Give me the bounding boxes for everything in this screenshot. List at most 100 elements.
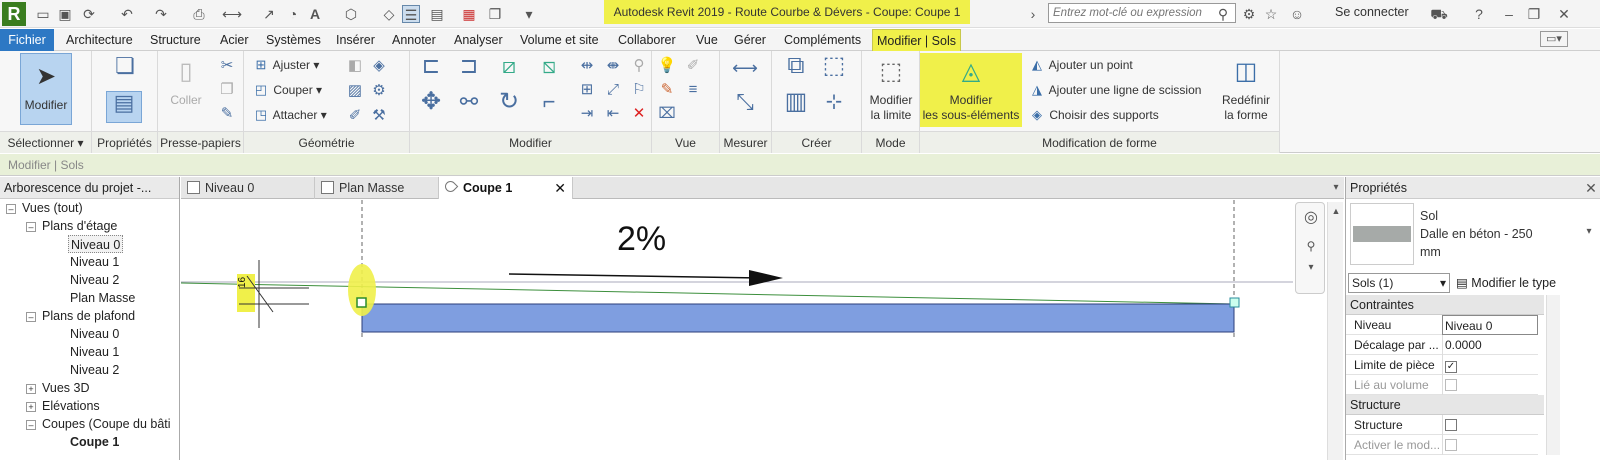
tab-gerer[interactable]: Gérer (730, 29, 770, 51)
measure-icon[interactable]: ⟷ (222, 5, 242, 23)
restore-icon[interactable]: ❐ (1525, 5, 1543, 23)
modify-subelements-button[interactable]: ◬ Modifier les sous-éléments (920, 53, 1022, 127)
checkbox-unchecked[interactable] (1445, 419, 1457, 431)
mirror-draw-icon[interactable]: ⧅ (534, 55, 564, 85)
attacher-button[interactable]: ◳ Attacher ▾ (252, 105, 327, 125)
cut-icon[interactable]: ✂ (216, 55, 238, 77)
point-handle-left[interactable] (356, 297, 367, 308)
scroll-up-icon[interactable]: ▲ (1327, 202, 1345, 220)
pin-icon[interactable]: ⚲ (628, 55, 650, 77)
tree-item-plafond-niveau0[interactable]: Niveau 0 (70, 325, 119, 343)
aligned-dimension-icon[interactable]: ⤡ (726, 91, 764, 123)
create-parts-icon[interactable]: ⬚ (818, 54, 850, 87)
tab-fichier[interactable]: Fichier (0, 29, 54, 51)
tree-item-coupe1[interactable]: Coupe 1 (70, 433, 119, 451)
instance-selector[interactable]: Sols (1) ▾ (1348, 273, 1450, 293)
zoom-menu-icon[interactable]: ▾ (1302, 259, 1320, 277)
expand-icon[interactable]: + (26, 384, 36, 394)
expand-icon[interactable]: + (26, 402, 36, 412)
close-properties-icon[interactable]: ✕ (1582, 179, 1600, 197)
tree-item-plans-plafond[interactable]: – Plans de plafond (26, 307, 135, 325)
print-icon[interactable]: ⎙ (190, 5, 208, 23)
pick-supports-button[interactable]: ◈ Choisir des supports (1028, 105, 1159, 125)
unpin-icon[interactable]: ⚐ (628, 79, 650, 101)
view-tab-coupe1[interactable]: Coupe 1 ✕ (439, 177, 573, 199)
properties-icon[interactable]: ▤ (106, 91, 142, 123)
paint-icon[interactable]: ⚙ (368, 80, 390, 102)
drawing-canvas[interactable]: 2% 16 ◎ ⚲ ▾ ▲ (181, 200, 1344, 460)
tab-menu-icon[interactable]: ▾ (1327, 179, 1345, 197)
zoom-icon[interactable]: ⚲ (1302, 237, 1320, 255)
move-icon[interactable]: ✥ (416, 90, 446, 121)
section-icon[interactable]: ◇ (380, 5, 398, 23)
type-dropdown-icon[interactable]: ▾ (1580, 223, 1598, 241)
tree-item-coupes[interactable]: – Coupes (Coupe du bâti (26, 415, 176, 433)
section-structure[interactable]: Structure (1346, 395, 1544, 415)
undo-icon[interactable]: ↶ (118, 5, 136, 23)
type-properties-icon[interactable]: ❏ (108, 55, 142, 85)
panel-title-select[interactable]: Sélectionner ▾ (0, 131, 91, 153)
add-split-line-button[interactable]: ◮ Ajouter une ligne de scission (1028, 80, 1201, 100)
open-icon[interactable]: ▭ (34, 5, 52, 23)
view-tab-plan-masse[interactable]: Plan Masse (315, 177, 439, 199)
create-group-icon[interactable]: ▥ (780, 90, 812, 123)
customize-qat-icon[interactable]: ▾ (520, 5, 538, 23)
collapse-icon[interactable]: – (26, 312, 36, 322)
ajuster-button[interactable]: ⊞ Ajuster ▾ (252, 55, 320, 75)
tab-analyser[interactable]: Analyser (450, 29, 507, 51)
couper-button[interactable]: ◰ Couper ▾ (252, 80, 322, 100)
mirror-axis-icon[interactable]: ⧄ (494, 55, 524, 85)
vertical-scrollbar[interactable]: ▲ (1327, 202, 1343, 460)
create-assembly-icon[interactable]: ⧉ (780, 54, 812, 87)
match-icon[interactable]: ✎ (216, 103, 238, 125)
paste-button[interactable]: ▯ Coller (166, 55, 206, 108)
tree-item-elevations[interactable]: + Elévations (26, 397, 100, 415)
tab-vue[interactable]: Vue (692, 29, 722, 51)
demolish-icon[interactable]: ✐ (344, 105, 366, 127)
3d-view-icon[interactable]: ⬡ (342, 5, 360, 23)
prop-value-decalage[interactable]: 0.0000 (1442, 335, 1538, 355)
array-icon[interactable]: ⊞ (576, 79, 598, 101)
subscription-icon[interactable]: ⚙ (1240, 5, 1258, 23)
minimize-icon[interactable]: – (1500, 5, 1518, 23)
binoculars-icon[interactable]: ⚲ (1214, 5, 1232, 23)
copy-element-icon[interactable]: ⚯ (454, 91, 484, 121)
windows-icon[interactable]: ❐ (486, 5, 504, 23)
point-handle-right[interactable] (1229, 297, 1240, 308)
tree-item-plafond-niveau2[interactable]: Niveau 2 (70, 361, 119, 379)
properties-scrollbar[interactable] (1546, 295, 1560, 455)
save-icon[interactable]: ▣ (56, 5, 74, 23)
checkbox-checked[interactable]: ✓ (1445, 361, 1457, 373)
similar-icon[interactable]: ⊹ (818, 91, 850, 123)
search-input[interactable] (1048, 3, 1236, 23)
override-icon[interactable]: ✐ (682, 55, 704, 77)
tree-item-niveau2[interactable]: Niveau 2 (70, 271, 119, 289)
tree-item-plan-masse[interactable]: Plan Masse (70, 289, 135, 307)
wall-joins-icon[interactable]: ◈ (368, 55, 390, 77)
split-gap-icon[interactable]: ⇼ (602, 55, 624, 77)
revit-logo[interactable]: R (2, 2, 26, 26)
text-icon[interactable]: A (306, 5, 324, 23)
redo-icon[interactable]: ↷ (152, 5, 170, 23)
close-window-icon[interactable]: ✕ (1555, 5, 1573, 23)
tree-item-niveau1[interactable]: Niveau 1 (70, 253, 119, 271)
floor-slab[interactable] (361, 303, 1235, 333)
tree-item-niveau0[interactable]: Niveau 0 (68, 235, 124, 253)
offset-icon[interactable]: ⊐ (454, 55, 484, 85)
user-icon[interactable]: ☺ (1288, 5, 1306, 23)
section-contraintes[interactable]: Contraintes (1346, 295, 1544, 315)
close-hidden-icon[interactable]: ▤ (428, 5, 446, 23)
tab-collaborer[interactable]: Collaborer (614, 29, 680, 51)
tab-structure[interactable]: Structure (146, 29, 205, 51)
tree-item-plans-etage[interactable]: – Plans d'étage (26, 217, 117, 235)
reset-shape-button[interactable]: ◫ Redéfinir la forme (1216, 55, 1276, 123)
view-tab-niveau0[interactable]: Niveau 0 (181, 177, 315, 199)
view-filter-icon[interactable]: ⌧ (656, 103, 678, 125)
tag-icon[interactable]: ◔ (284, 5, 302, 23)
extend-icon[interactable]: ⇤ (602, 103, 624, 125)
linework-icon[interactable]: ✎ (656, 79, 678, 101)
close-tab-icon[interactable]: ✕ (554, 177, 566, 199)
delete-icon[interactable]: ✕ (628, 103, 650, 125)
align-icon[interactable]: ⊏ (416, 55, 446, 85)
switch-windows-icon[interactable]: ▦ (460, 5, 478, 23)
